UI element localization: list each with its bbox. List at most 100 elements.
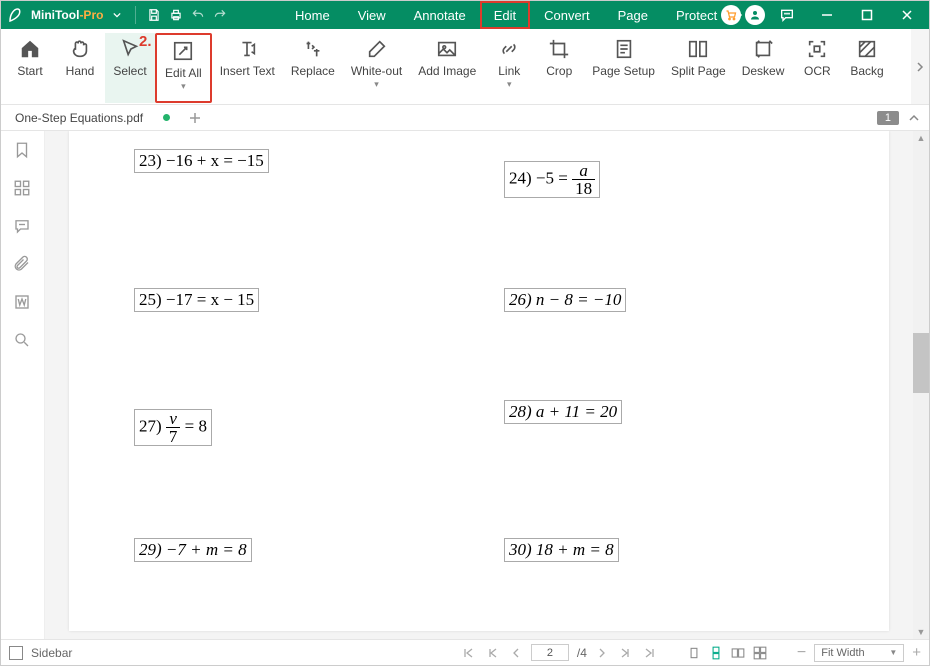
view-continuous-icon[interactable] — [709, 646, 723, 660]
ribbon-toolbar: Start Hand Select 2. Edit All ▾ Insert T… — [1, 29, 929, 105]
search-icon[interactable] — [13, 331, 33, 351]
tool-add-image[interactable]: Add Image — [410, 33, 484, 103]
annotation-number-2: 2. — [139, 33, 152, 50]
sidebar-label[interactable]: Sidebar — [31, 646, 72, 660]
comment-icon[interactable] — [13, 217, 33, 237]
equation-24[interactable]: 24) −5 = a18 — [504, 161, 600, 198]
page-content: 23) −16 + x = −15 24) −5 = a18 25) −17 =… — [69, 131, 889, 631]
chevron-down-icon: ▾ — [374, 79, 379, 90]
hand-icon — [68, 37, 92, 61]
redo-icon[interactable] — [212, 7, 228, 23]
bookmark-icon[interactable] — [13, 141, 33, 161]
feedback-icon[interactable] — [769, 1, 805, 29]
tab-view[interactable]: View — [344, 1, 400, 29]
tool-edit-all[interactable]: 2. Edit All ▾ — [155, 33, 212, 103]
skip-next-icon[interactable] — [641, 647, 659, 659]
ribbon-more-icon[interactable] — [911, 29, 929, 104]
equation-29[interactable]: 29) −7 + m = 8 — [134, 538, 252, 562]
replace-icon — [301, 37, 325, 61]
print-icon[interactable] — [168, 7, 184, 23]
equation-26[interactable]: 26) n − 8 = −10 — [504, 288, 626, 312]
zoom-selector[interactable]: Fit Width▼ — [814, 644, 904, 662]
app-logo-icon — [7, 6, 25, 24]
image-icon — [435, 37, 459, 61]
equation-27[interactable]: 27) v7 = 8 — [134, 409, 212, 446]
tab-page[interactable]: Page — [604, 1, 662, 29]
close-icon[interactable] — [889, 1, 925, 29]
equation-25[interactable]: 25) −17 = x − 15 — [134, 288, 259, 312]
equation-23[interactable]: 23) −16 + x = −15 — [134, 149, 269, 173]
main-menu-tabs: Home View Annotate Edit Convert Page Pro… — [281, 1, 747, 29]
tool-insert-text[interactable]: Insert Text — [212, 33, 283, 103]
tool-link[interactable]: Link ▾ — [484, 33, 534, 103]
chevron-down-icon: ▾ — [181, 81, 186, 92]
tool-split-page[interactable]: Split Page — [663, 33, 734, 103]
user-icon[interactable] — [745, 5, 765, 25]
minimize-icon[interactable] — [809, 1, 845, 29]
deskew-icon — [751, 37, 775, 61]
tab-home[interactable]: Home — [281, 1, 344, 29]
undo-icon[interactable] — [190, 7, 206, 23]
document-tab-name[interactable]: One-Step Equations.pdf — [15, 111, 143, 125]
sidebar-toggle-icon[interactable] — [9, 646, 23, 660]
page-number-input[interactable] — [531, 644, 569, 661]
status-bar: Sidebar /4 − Fit Width▼ + — [1, 639, 929, 665]
maximize-icon[interactable] — [849, 1, 885, 29]
tool-page-setup[interactable]: Page Setup — [584, 33, 663, 103]
background-icon — [855, 37, 879, 61]
collapse-ribbon-icon[interactable] — [907, 111, 921, 125]
tab-annotate[interactable]: Annotate — [400, 1, 480, 29]
ocr-icon — [805, 37, 829, 61]
unsaved-indicator-icon — [163, 114, 170, 121]
thumbnails-icon[interactable] — [13, 179, 33, 199]
skip-prev-icon[interactable] — [459, 647, 477, 659]
equation-30[interactable]: 30) 18 + m = 8 — [504, 538, 619, 562]
split-page-icon — [686, 37, 710, 61]
view-twopage-icon[interactable] — [731, 646, 745, 660]
tool-background[interactable]: Backg — [842, 33, 891, 103]
tool-start[interactable]: Start — [5, 33, 55, 103]
document-viewport[interactable]: 23) −16 + x = −15 24) −5 = a18 25) −17 =… — [45, 131, 913, 639]
chevron-down-icon: ▾ — [507, 79, 512, 90]
left-sidebar — [1, 131, 45, 639]
scrollbar-thumb[interactable] — [913, 333, 929, 393]
tab-more-icon[interactable] — [731, 1, 747, 29]
equation-28[interactable]: 28) a + 11 = 20 — [504, 400, 622, 424]
tool-hand[interactable]: Hand — [55, 33, 105, 103]
word-icon[interactable] — [13, 293, 33, 313]
tool-crop[interactable]: Crop — [534, 33, 584, 103]
scroll-down-icon[interactable]: ▼ — [913, 627, 929, 639]
title-bar: MiniTool-Pro Home View Annotate Edit Con… — [1, 1, 929, 29]
chevron-down-icon: ▼ — [889, 648, 897, 657]
prev-page-icon[interactable] — [509, 647, 523, 659]
tool-white-out[interactable]: White-out ▾ — [343, 33, 410, 103]
eraser-icon — [365, 37, 389, 61]
attachment-icon[interactable] — [13, 255, 33, 275]
next-page-icon[interactable] — [595, 647, 609, 659]
scroll-up-icon[interactable]: ▲ — [913, 131, 929, 143]
view-single-icon[interactable] — [687, 646, 701, 660]
tool-deskew[interactable]: Deskew — [734, 33, 793, 103]
tab-edit[interactable]: Edit — [480, 1, 530, 29]
document-tab-bar: One-Step Equations.pdf 1 — [1, 105, 929, 131]
title-dropdown-icon[interactable] — [109, 7, 125, 23]
main-area: 23) −16 + x = −15 24) −5 = a18 25) −17 =… — [1, 131, 929, 639]
page-setup-icon — [612, 37, 636, 61]
view-twopage-continuous-icon[interactable] — [753, 646, 767, 660]
tool-replace[interactable]: Replace — [283, 33, 343, 103]
new-tab-icon[interactable] — [188, 111, 202, 125]
last-page-icon[interactable] — [617, 647, 633, 659]
tab-convert[interactable]: Convert — [530, 1, 604, 29]
page-count-badge: 1 — [877, 111, 899, 125]
zoom-out-icon[interactable]: − — [797, 644, 806, 662]
vertical-scrollbar[interactable]: ▲ ▼ — [913, 131, 929, 639]
home-icon — [18, 37, 42, 61]
tab-protect[interactable]: Protect — [662, 1, 731, 29]
zoom-in-icon[interactable]: + — [912, 644, 921, 661]
edit-box-icon — [171, 39, 195, 63]
save-icon[interactable] — [146, 7, 162, 23]
tool-ocr[interactable]: OCR — [792, 33, 842, 103]
first-page-icon[interactable] — [485, 647, 501, 659]
crop-icon — [547, 37, 571, 61]
text-cursor-icon — [235, 37, 259, 61]
